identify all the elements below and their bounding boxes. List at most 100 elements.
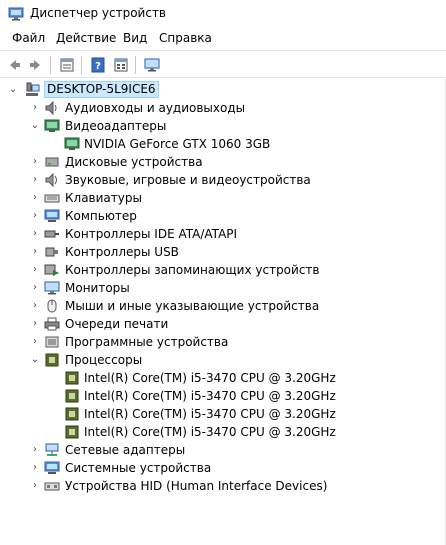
expand-toggle[interactable]: › [30,300,40,312]
collapse-toggle[interactable]: ⌄ [8,84,18,96]
hid-icon [44,482,60,491]
expand-toggle[interactable]: › [30,246,40,258]
processor-icon [65,389,79,403]
toolbar-separator [135,56,136,74]
tree-category-display[interactable]: ⌄ Видеоадаптеры [0,117,446,135]
network-adapter-icon [45,443,59,456]
expand-toggle[interactable]: › [30,264,40,276]
tree-category-usb[interactable]: › Контроллеры USB [0,243,446,261]
tree-category-keyboard[interactable]: › Клавиатуры [0,189,446,207]
tree-device-cpu[interactable]: Intel(R) Core(TM) i5-3470 CPU @ 3.20GHz [0,387,446,405]
expand-toggle[interactable]: › [30,282,40,294]
processor-icon [65,425,79,439]
computer-root-icon [26,82,40,96]
device-label: NVIDIA GeForce GTX 1060 3GB [84,137,271,151]
system-device-icon [44,461,60,474]
tree-category-ide[interactable]: › Контроллеры IDE ATA/ATAPI [0,225,446,243]
category-label: Видеоадаптеры [65,119,167,133]
forward-arrow-icon [30,60,40,70]
menu-view[interactable]: Вид [121,31,149,45]
tree-category-computer[interactable]: › Компьютер [0,207,446,225]
expand-toggle[interactable]: › [30,444,40,456]
back-arrow-icon [10,60,20,70]
category-label: Системные устройства [65,461,212,475]
menu-help[interactable]: Справка [157,31,214,45]
keyboard-icon [44,194,60,203]
display-adapter-icon [44,119,60,132]
tree-device-cpu[interactable]: Intel(R) Core(TM) i5-3470 CPU @ 3.20GHz [0,405,446,423]
category-label: Мониторы [65,281,130,295]
expand-toggle[interactable]: › [30,156,40,168]
category-label: Клавиатуры [65,191,142,205]
collapse-toggle[interactable]: ⌄ [30,354,40,366]
window-title: Диспетчер устройств [30,6,167,20]
toolbar-separator [50,56,51,74]
tree-root[interactable]: ⌄ DESKTOP-5L9ICE6 [0,81,446,99]
category-label: Контроллеры запоминающих устройств [65,263,320,277]
properties-button[interactable] [57,55,77,75]
back-button[interactable] [4,55,24,75]
help-button[interactable]: ? [88,55,108,75]
tree-category-audio[interactable]: › Аудиовходы и аудиовыходы [0,99,446,117]
category-label: Контроллеры IDE ATA/ATAPI [65,227,238,241]
tree-category-software[interactable]: › Программные устройства [0,333,446,351]
tree-device-cpu[interactable]: Intel(R) Core(TM) i5-3470 CPU @ 3.20GHz [0,423,446,441]
expand-toggle[interactable]: › [30,210,40,222]
expand-toggle[interactable]: › [30,174,40,186]
storage-controller-icon [44,264,59,276]
tree-device-gpu[interactable]: NVIDIA GeForce GTX 1060 3GB [0,135,446,153]
processor-icon [45,353,59,367]
category-label: Контроллеры USB [65,245,179,259]
tree-category-print[interactable]: › Очереди печати [0,315,446,333]
expand-toggle[interactable]: › [30,336,40,348]
category-label: Мыши и иные указывающие устройства [65,299,320,313]
device-label: Intel(R) Core(TM) i5-3470 CPU @ 3.20GHz [84,371,336,385]
tree-category-disk[interactable]: › Дисковые устройства [0,153,446,171]
sound-icon [45,172,57,188]
expand-toggle[interactable]: › [30,192,40,204]
tree-category-mice[interactable]: › Мыши и иные указывающие устройства [0,297,446,315]
expand-toggle[interactable]: › [30,462,40,474]
category-label: Сетевые адаптеры [65,443,186,457]
tree-category-processors[interactable]: ⌄ Процессоры [0,351,446,369]
collapse-toggle[interactable]: ⌄ [30,120,40,132]
scan-hardware-button[interactable] [142,55,162,75]
expand-toggle[interactable]: › [30,228,40,240]
usb-controller-icon [45,247,58,257]
ide-controller-icon [44,230,59,238]
category-label: Звуковые, игровые и видеоустройства [65,173,311,187]
help-icon: ? [91,57,105,73]
category-label: Компьютер [65,209,137,223]
tree-device-cpu[interactable]: Intel(R) Core(TM) i5-3470 CPU @ 3.20GHz [0,369,446,387]
processor-icon [65,407,79,421]
tree-category-system[interactable]: › Системные устройства [0,459,446,477]
printer-icon [44,317,60,331]
device-label: Intel(R) Core(TM) i5-3470 CPU @ 3.20GHz [84,425,336,439]
tree-category-sound[interactable]: › Звуковые, игровые и видеоустройства [0,171,446,189]
category-label: Аудиовходы и аудиовыходы [65,101,246,115]
device-manager-icon [8,7,24,21]
toolbar: ? [0,50,446,78]
view-icon [114,58,128,72]
properties-icon [60,58,74,72]
expand-toggle[interactable]: › [30,102,40,114]
view-button[interactable] [111,55,131,75]
menu-file[interactable]: Файл [10,31,47,45]
tree-category-network[interactable]: › Сетевые адаптеры [0,441,446,459]
device-label: Intel(R) Core(TM) i5-3470 CPU @ 3.20GHz [84,389,336,403]
category-label: Устройства HID (Human Interface Devices) [65,479,328,493]
tree-category-hid[interactable]: › Устройства HID (Human Interface Device… [0,477,446,495]
display-adapter-icon [64,137,80,150]
tree-category-storage[interactable]: › Контроллеры запоминающих устройств [0,261,446,279]
toolbar-separator [81,56,82,74]
tree-category-monitors[interactable]: › Мониторы [0,279,446,297]
tree-root-label: DESKTOP-5L9ICE6 [44,81,159,98]
expand-toggle[interactable]: › [30,480,40,492]
menu-action[interactable]: Действие [54,31,118,45]
device-tree: ⌄ DESKTOP-5L9ICE6 › Аудиовходы и аудиовы… [0,79,446,545]
processor-icon [65,371,79,385]
forward-button[interactable] [26,55,46,75]
device-label: Intel(R) Core(TM) i5-3470 CPU @ 3.20GHz [84,407,336,421]
expand-toggle[interactable]: › [30,318,40,330]
category-label: Программные устройства [65,335,229,349]
